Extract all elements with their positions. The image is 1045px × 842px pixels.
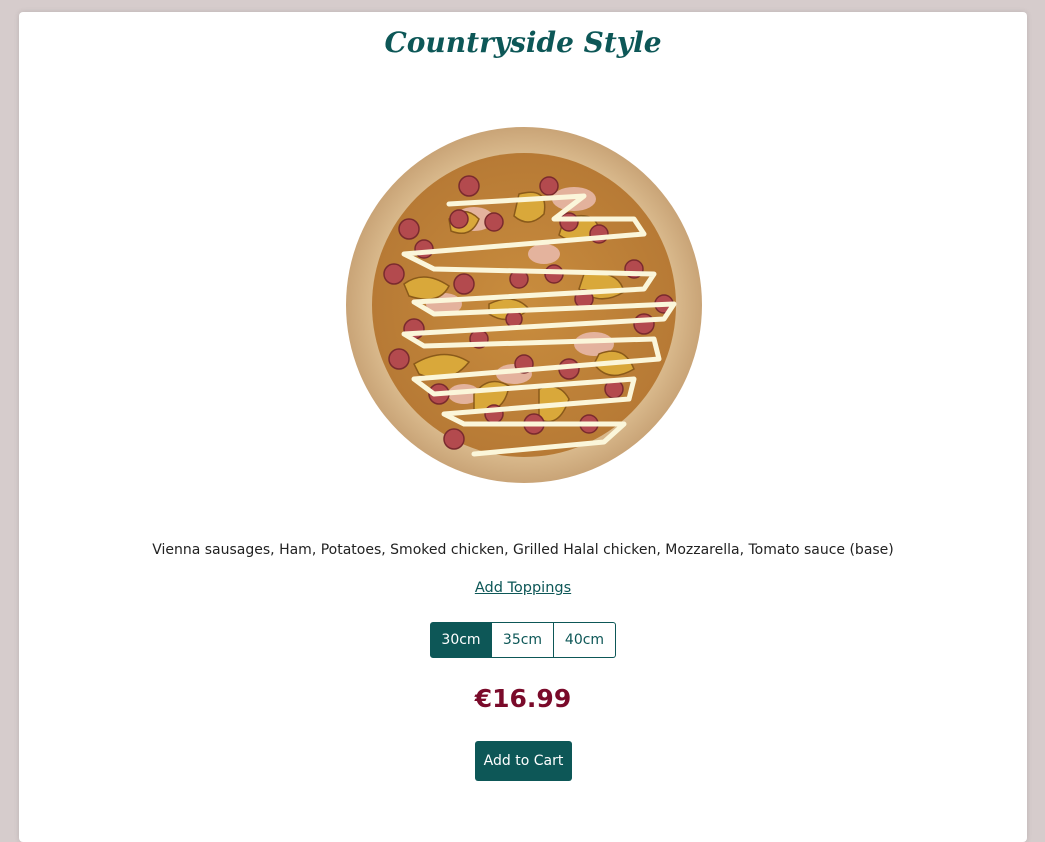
- product-price: €16.99: [474, 684, 572, 713]
- size-option-30cm[interactable]: 30cm: [430, 622, 492, 658]
- product-card: Countryside Style Vienna sausages, Ham, …: [19, 12, 1027, 842]
- size-option-40cm[interactable]: 40cm: [554, 622, 616, 658]
- add-to-cart-button[interactable]: Add to Cart: [475, 741, 572, 781]
- product-title: Countryside Style: [384, 26, 662, 59]
- product-description: Vienna sausages, Ham, Potatoes, Smoked c…: [152, 542, 894, 558]
- pizza-image: [344, 124, 704, 486]
- add-toppings-link[interactable]: Add Toppings: [475, 580, 571, 596]
- size-option-35cm[interactable]: 35cm: [492, 622, 554, 658]
- add-toppings-container: Add Toppings: [19, 580, 1027, 596]
- pizza-illustration: [346, 127, 702, 483]
- size-selector: 30cm 35cm 40cm: [430, 622, 616, 658]
